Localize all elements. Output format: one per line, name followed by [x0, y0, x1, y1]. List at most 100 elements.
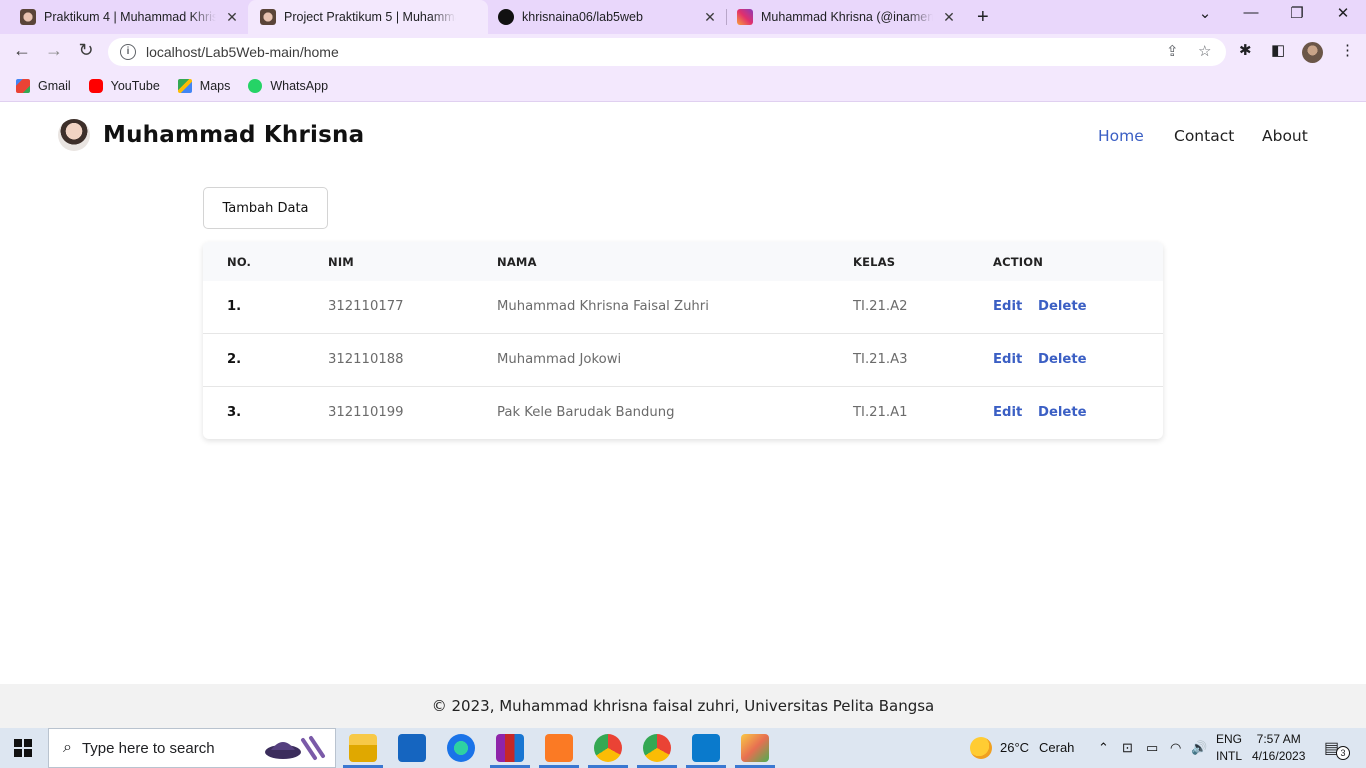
- tab-search-dropdown-icon[interactable]: ⌄: [1193, 4, 1217, 22]
- tab-title: Praktikum 4 | Muhammad Khrisna: [44, 10, 216, 24]
- site-info-icon[interactable]: i: [120, 44, 136, 60]
- search-icon: ⌕: [63, 739, 72, 756]
- xampp-icon[interactable]: [545, 734, 573, 762]
- browser-tab-github[interactable]: khrisnaina06/lab5web ✕: [488, 0, 726, 34]
- meet-now-icon[interactable]: ⊡: [1122, 740, 1133, 756]
- bookmark-star-icon[interactable]: ☆: [1198, 42, 1211, 60]
- nav-about[interactable]: About: [1262, 127, 1308, 145]
- weather-sun-icon[interactable]: [970, 737, 992, 759]
- header-nim: NIM: [328, 255, 354, 269]
- cell-nama: Muhammad Khrisna Faisal Zuhri: [497, 299, 709, 314]
- add-data-button[interactable]: Tambah Data: [203, 187, 328, 229]
- bookmark-label: WhatsApp: [270, 78, 329, 93]
- bookmark-gmail[interactable]: Gmail: [16, 78, 71, 93]
- cell-kelas: TI.21.A2: [853, 299, 908, 314]
- bookmark-maps[interactable]: Maps: [177, 78, 231, 93]
- table-header: NO. NIM NAMA KELAS ACTION: [203, 242, 1163, 281]
- browser-tab-praktikum-4[interactable]: Praktikum 4 | Muhammad Khrisna ✕: [0, 0, 248, 34]
- instagram-icon: [737, 9, 753, 25]
- weather-condition[interactable]: Cerah: [1039, 740, 1074, 755]
- nav-home[interactable]: Home: [1098, 127, 1144, 145]
- edge-icon[interactable]: [447, 734, 475, 762]
- file-explorer-icon[interactable]: [349, 734, 377, 762]
- cell-nama: Muhammad Jokowi: [497, 352, 622, 367]
- wifi-icon[interactable]: ◠: [1170, 740, 1181, 756]
- header-no: NO.: [227, 255, 252, 269]
- search-placeholder: Type here to search: [81, 739, 215, 757]
- mail-icon[interactable]: [398, 734, 426, 762]
- vscode-icon[interactable]: [692, 734, 720, 762]
- delete-link[interactable]: Delete: [1038, 405, 1087, 420]
- bookmark-label: Gmail: [38, 78, 71, 93]
- close-tab-icon[interactable]: ✕: [941, 9, 957, 26]
- edit-link[interactable]: Edit: [993, 405, 1022, 420]
- close-window-button[interactable]: ✕: [1331, 4, 1355, 22]
- tab-title: Muhammad Khrisna (@inamenol: [761, 10, 933, 24]
- close-tab-icon[interactable]: ✕: [224, 9, 240, 26]
- windows-taskbar: ⌕ Type here to search 26°C Cerah ⌃ ⊡ ▭ ◠…: [0, 728, 1366, 768]
- gitkraken-icon[interactable]: [741, 734, 769, 762]
- delete-link[interactable]: Delete: [1038, 299, 1087, 314]
- volume-icon[interactable]: 🔊: [1191, 740, 1207, 756]
- url-text[interactable]: localhost/Lab5Web-main/home: [146, 44, 339, 60]
- cell-no: 1.: [227, 299, 242, 314]
- keyboard-layout: INTL: [1216, 749, 1243, 763]
- cell-no: 3.: [227, 405, 242, 420]
- notification-center-icon[interactable]: ▤ 3: [1324, 738, 1350, 760]
- bookmark-youtube[interactable]: YouTube: [88, 78, 160, 93]
- cell-nim: 312110199: [328, 405, 404, 420]
- side-panel-icon[interactable]: ◧: [1271, 41, 1285, 59]
- language-code: ENG: [1216, 732, 1243, 746]
- clock-date: 4/16/2023: [1252, 749, 1306, 763]
- cell-no: 2.: [227, 352, 242, 367]
- windows-start-icon[interactable]: [14, 739, 32, 757]
- share-icon[interactable]: ⇪: [1166, 42, 1179, 60]
- cell-nim: 312110188: [328, 352, 404, 367]
- bookmark-label: Maps: [199, 78, 231, 93]
- winrar-icon[interactable]: [496, 734, 524, 762]
- bookmark-label: YouTube: [110, 78, 160, 93]
- browser-tab-instagram[interactable]: Muhammad Khrisna (@inamenol ✕: [727, 0, 965, 34]
- brand-name: Muhammad Khrisna: [103, 122, 365, 148]
- cell-nim: 312110177: [328, 299, 404, 314]
- nav-contact[interactable]: Contact: [1174, 127, 1234, 145]
- new-tab-button[interactable]: +: [977, 6, 989, 29]
- forward-arrow-icon[interactable]: →: [42, 40, 66, 61]
- back-arrow-icon[interactable]: ←: [10, 40, 34, 61]
- browser-tab-strip: Praktikum 4 | Muhammad Khrisna ✕ Project…: [0, 0, 1366, 34]
- taskbar-search-box[interactable]: ⌕ Type here to search: [48, 728, 336, 768]
- header-action: ACTION: [993, 255, 1044, 269]
- minimize-button[interactable]: —: [1239, 4, 1263, 21]
- show-hidden-icons-chevron-icon[interactable]: ⌃: [1098, 740, 1109, 756]
- table-row: 3. 312110199 Pak Kele Barudak Bandung TI…: [203, 387, 1163, 439]
- kebab-menu-icon[interactable]: ⋮: [1340, 41, 1355, 59]
- edit-link[interactable]: Edit: [993, 299, 1022, 314]
- system-clock[interactable]: 7:57 AM 4/16/2023: [1252, 731, 1305, 765]
- tab-title: Project Praktikum 5 | Muhammad: [284, 10, 456, 24]
- profile-avatar[interactable]: [1302, 42, 1323, 63]
- weather-temperature[interactable]: 26°C: [1000, 740, 1029, 755]
- site-brand[interactable]: Muhammad Khrisna: [58, 119, 364, 151]
- extensions-puzzle-icon[interactable]: ✱: [1239, 41, 1252, 59]
- close-tab-icon[interactable]: ✕: [702, 9, 718, 26]
- restore-button[interactable]: ❐: [1285, 4, 1309, 22]
- address-bar[interactable]: i localhost/Lab5Web-main/home ⇪ ☆: [108, 38, 1226, 66]
- header-kelas: KELAS: [853, 255, 896, 269]
- profile-favicon-icon: [260, 9, 276, 25]
- profile-favicon-icon: [20, 9, 36, 25]
- github-icon: [498, 9, 514, 25]
- edit-link[interactable]: Edit: [993, 352, 1022, 367]
- chrome-profile-icon[interactable]: [643, 734, 671, 762]
- reload-icon[interactable]: ↻: [74, 40, 98, 61]
- page-footer: © 2023, Muhammad khrisna faisal zuhri, U…: [0, 684, 1366, 728]
- table-row: 2. 312110188 Muhammad Jokowi TI.21.A3 Ed…: [203, 334, 1163, 387]
- table-row: 1. 312110177 Muhammad Khrisna Faisal Zuh…: [203, 281, 1163, 334]
- chrome-icon[interactable]: [594, 734, 622, 762]
- input-language[interactable]: ENG INTL: [1216, 731, 1242, 765]
- browser-tab-praktikum-5[interactable]: Project Praktikum 5 | Muhammad: [248, 0, 488, 34]
- cell-kelas: TI.21.A1: [853, 405, 908, 420]
- battery-icon[interactable]: ▭: [1146, 740, 1158, 756]
- bookmark-whatsapp[interactable]: WhatsApp: [248, 78, 329, 93]
- delete-link[interactable]: Delete: [1038, 352, 1087, 367]
- header-nama: NAMA: [497, 255, 537, 269]
